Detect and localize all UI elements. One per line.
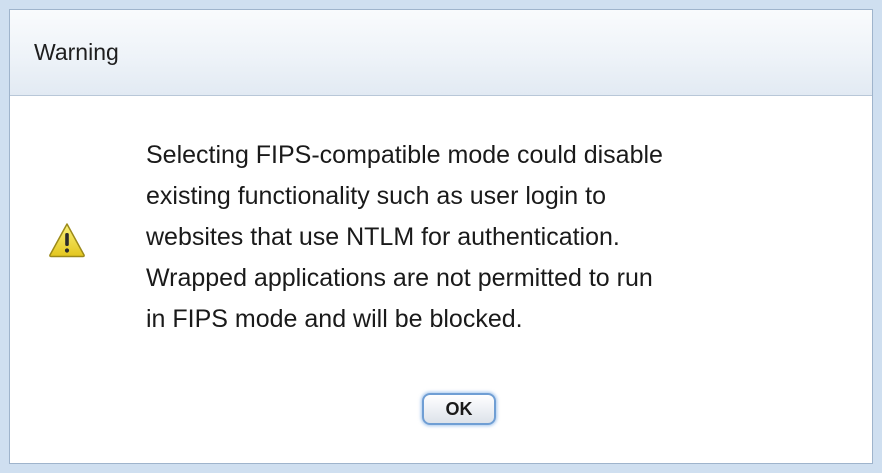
- message-line: existing functionality such as user logi…: [146, 182, 606, 210]
- dialog-title-bar: Warning: [10, 10, 872, 96]
- message-line: in FIPS mode and will be blocked.: [146, 305, 523, 333]
- dialog-title: Warning: [34, 39, 119, 65]
- warning-message: Selecting FIPS-compatible mode could dis…: [146, 135, 836, 340]
- ok-button[interactable]: OK: [422, 393, 496, 425]
- message-line: Wrapped applications are not permitted t…: [146, 264, 653, 292]
- warning-triangle-icon: [49, 223, 85, 258]
- message-line: Selecting FIPS-compatible mode could dis…: [146, 141, 663, 169]
- warning-dialog: Warning Selecting FIPS-compatible mode c…: [9, 9, 873, 464]
- message-line: websites that use NTLM for authenticatio…: [146, 223, 620, 251]
